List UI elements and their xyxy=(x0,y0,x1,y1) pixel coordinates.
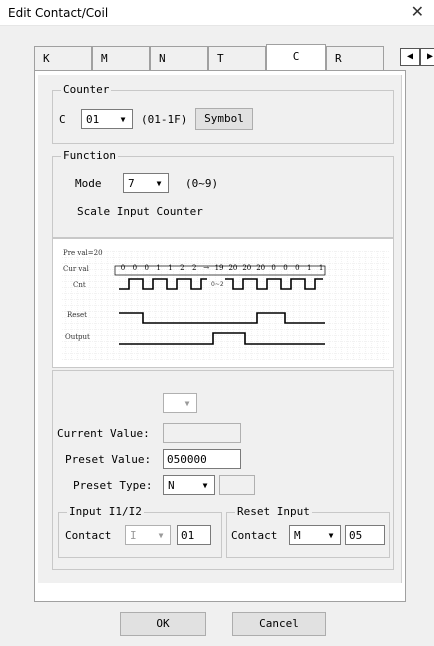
input-contact-number-field[interactable]: 01 xyxy=(177,525,211,545)
counter-group: Counter C 01 ▼ (01-1F) Symbol xyxy=(52,83,394,144)
chevron-down-icon: ▼ xyxy=(120,115,126,124)
current-value-label: Current Value: xyxy=(57,427,150,440)
preset-type-label: Preset Type: xyxy=(73,479,153,492)
chevron-down-icon: ▼ xyxy=(156,179,162,188)
tab-r[interactable]: R xyxy=(326,46,384,70)
ok-button[interactable]: OK xyxy=(120,612,206,636)
input-group: Input I1/I2 Contact I ▼ 01 xyxy=(58,505,222,558)
mode-label: Mode xyxy=(75,177,102,190)
reset-group: Reset Input Contact M ▼ 05 xyxy=(226,505,390,558)
preset-value-label: Pre val=20 xyxy=(63,249,103,257)
chevron-down-icon: ▼ xyxy=(184,399,190,408)
title-bar: Edit Contact/Coil ✕ xyxy=(0,0,434,26)
counter-range: (01-1F) xyxy=(141,113,188,126)
reset-group-legend: Reset Input xyxy=(235,505,312,518)
tab-n[interactable]: N xyxy=(150,46,208,70)
counter-number-select[interactable]: 01 ▼ xyxy=(81,109,133,129)
mode-description: Scale Input Counter xyxy=(77,205,203,218)
current-value-field[interactable] xyxy=(163,423,241,443)
preset-type-select[interactable]: N ▼ xyxy=(163,475,215,495)
tab-scroll-left-icon[interactable]: ◀ xyxy=(400,48,420,66)
tab-scroll-right-icon[interactable]: ▶ xyxy=(420,48,434,66)
reset-row-label: Reset xyxy=(67,311,87,319)
preset-value-field[interactable]: 050000 xyxy=(163,449,241,469)
mode-select[interactable]: 7 ▼ xyxy=(123,173,169,193)
window-title: Edit Contact/Coil xyxy=(8,6,109,20)
chevron-down-icon: ▼ xyxy=(328,531,334,540)
chevron-down-icon: ▼ xyxy=(202,481,208,490)
reset-contact-number-field[interactable]: 05 xyxy=(345,525,385,545)
cnt-row-label: Cnt xyxy=(73,281,86,289)
close-icon[interactable]: ✕ xyxy=(411,2,424,21)
tab-t[interactable]: T xyxy=(208,46,266,70)
mode-range: (0~9) xyxy=(185,177,219,190)
cancel-button[interactable]: Cancel xyxy=(232,612,326,636)
function-group: Function Mode 7 ▼ (0~9) Scale Input Count… xyxy=(52,149,394,238)
timing-diagram-svg xyxy=(61,251,389,361)
cnt-note: 0~2 xyxy=(211,281,224,288)
current-value-row-label: Cur val xyxy=(63,265,89,273)
input-contact-label: Contact xyxy=(65,529,112,542)
tab-scroll: ◀ ▶ xyxy=(400,48,434,66)
current-value-sequence: 0 0 0 1 1 2 2 → 19 20 20 20 0 0 0 1 1 xyxy=(120,264,324,272)
chevron-down-icon: ▼ xyxy=(158,531,164,540)
preset-type-extra-field[interactable] xyxy=(219,475,255,495)
tab-strip: K M N T C R ◀ ▶ xyxy=(34,44,434,70)
counter-prefix: C xyxy=(59,113,66,126)
function-legend: Function xyxy=(61,149,118,162)
input-contact-type-select[interactable]: I ▼ xyxy=(125,525,171,545)
tab-m[interactable]: M xyxy=(92,46,150,70)
timing-diagram: Pre val=20 Cur val Cnt Reset Output 0 0 … xyxy=(52,238,394,368)
preset-value-label: Preset Value: xyxy=(65,453,152,466)
reset-contact-type-select[interactable]: M ▼ xyxy=(289,525,341,545)
output-row-label: Output xyxy=(65,333,90,341)
reset-contact-label: Contact xyxy=(231,529,278,542)
tab-c[interactable]: C xyxy=(266,44,326,70)
symbol-button[interactable]: Symbol xyxy=(195,108,253,130)
tab-k[interactable]: K xyxy=(34,46,92,70)
input-group-legend: Input I1/I2 xyxy=(67,505,144,518)
counter-legend: Counter xyxy=(61,83,112,96)
empty-select[interactable]: ▼ xyxy=(163,393,197,413)
